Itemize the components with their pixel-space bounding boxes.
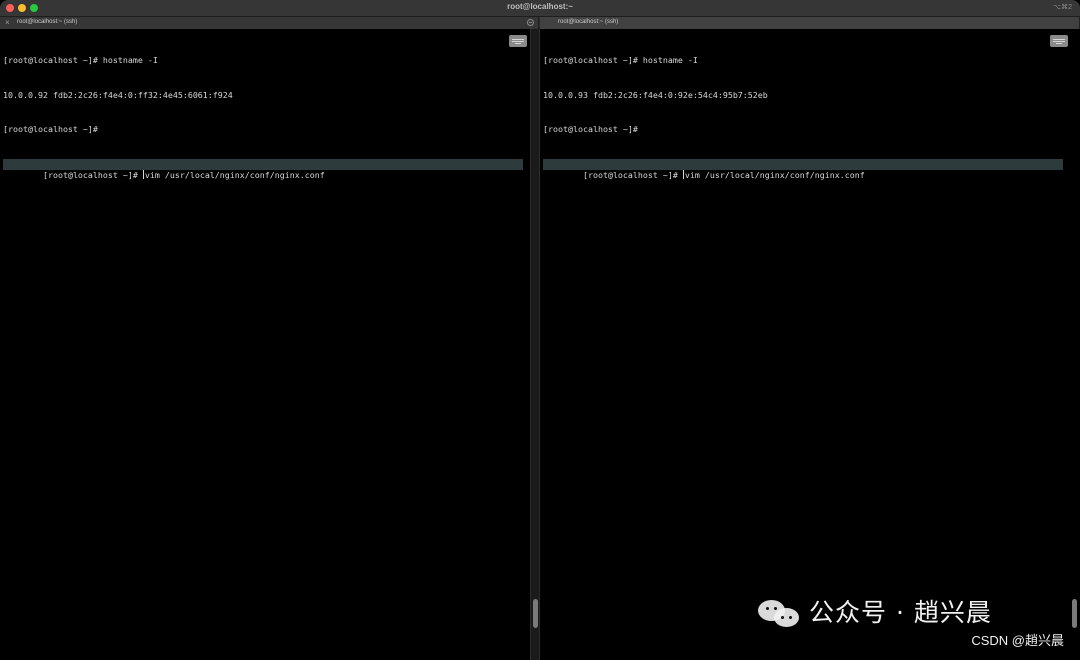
- command-text[interactable]: vim /usr/local/nginx/conf/nginx.conf: [145, 170, 325, 180]
- window-shortcut: ⌥⌘2: [1053, 4, 1072, 11]
- command-text[interactable]: vim /usr/local/nginx/conf/nginx.conf: [685, 170, 865, 180]
- window-title: root@localhost:~: [507, 2, 573, 11]
- right-terminal-output[interactable]: [root@localhost ~]# hostname -I 10.0.0.9…: [543, 32, 1063, 193]
- terminal-line: 10.0.0.92 fdb2:2c26:f4e4:0:ff32:4e45:606…: [3, 89, 233, 100]
- wechat-icon: [758, 598, 802, 630]
- tab-right-title: root@localhost:~ (ssh): [558, 19, 619, 25]
- command-prompt: [root@localhost ~]#: [582, 170, 683, 180]
- right-terminal-pane[interactable]: [root@localhost ~]# hostname -I 10.0.0.9…: [540, 29, 1080, 660]
- window-titlebar: root@localhost:~ ⌥⌘2: [0, 0, 1080, 17]
- wechat-eye: [766, 607, 769, 610]
- tab-options-icon[interactable]: [527, 19, 534, 26]
- tab-right-ssh[interactable]: root@localhost:~ (ssh): [540, 17, 1080, 29]
- tab-left-title: root@localhost:~ (ssh): [17, 19, 78, 25]
- keyboard-icon[interactable]: [509, 35, 527, 47]
- left-scrollbar[interactable]: [533, 599, 538, 628]
- wechat-bubble-right: [774, 608, 799, 627]
- terminal-line: 10.0.0.93 fdb2:2c26:f4e4:0:92e:54c4:95b7…: [543, 89, 768, 100]
- terminal-cursor: [682, 170, 684, 179]
- active-command-line[interactable]: [root@localhost ~]# vim /usr/local/nginx…: [3, 158, 523, 180]
- left-terminal-pane[interactable]: [root@localhost ~]# hostname -I 10.0.0.9…: [0, 29, 530, 660]
- command-prompt: [root@localhost ~]#: [42, 170, 143, 180]
- terminal-line: [root@localhost ~]#: [3, 124, 98, 134]
- keyboard-icon[interactable]: [1050, 35, 1068, 47]
- right-scrollbar[interactable]: [1072, 599, 1077, 628]
- tab-bar: × root@localhost:~ (ssh) root@localhost:…: [0, 17, 1080, 29]
- close-tab-icon[interactable]: ×: [5, 18, 10, 27]
- watermark: 公众号 · 趙兴晨 CSDN @趙兴晨: [758, 598, 1068, 652]
- terminal-window: root@localhost:~ ⌥⌘2 × root@localhost:~ …: [0, 0, 1080, 660]
- active-command-line[interactable]: [root@localhost ~]# vim /usr/local/nginx…: [543, 158, 1063, 180]
- wechat-eye: [781, 616, 784, 619]
- terminal-line: [root@localhost ~]#: [543, 124, 638, 134]
- terminal-cursor: [142, 170, 144, 179]
- terminal-line: [root@localhost ~]# hostname -I: [543, 55, 698, 65]
- pane-divider[interactable]: [530, 29, 540, 660]
- wechat-eye: [774, 607, 777, 610]
- terminal-line: [root@localhost ~]# hostname -I: [3, 55, 158, 65]
- tab-left-ssh[interactable]: × root@localhost:~ (ssh): [0, 17, 539, 29]
- watermark-sub-text: CSDN @趙兴晨: [971, 633, 1064, 648]
- watermark-main-text: 公众号 · 趙兴晨: [809, 598, 992, 627]
- left-terminal-output[interactable]: [root@localhost ~]# hostname -I 10.0.0.9…: [3, 32, 523, 193]
- wechat-eye: [789, 616, 792, 619]
